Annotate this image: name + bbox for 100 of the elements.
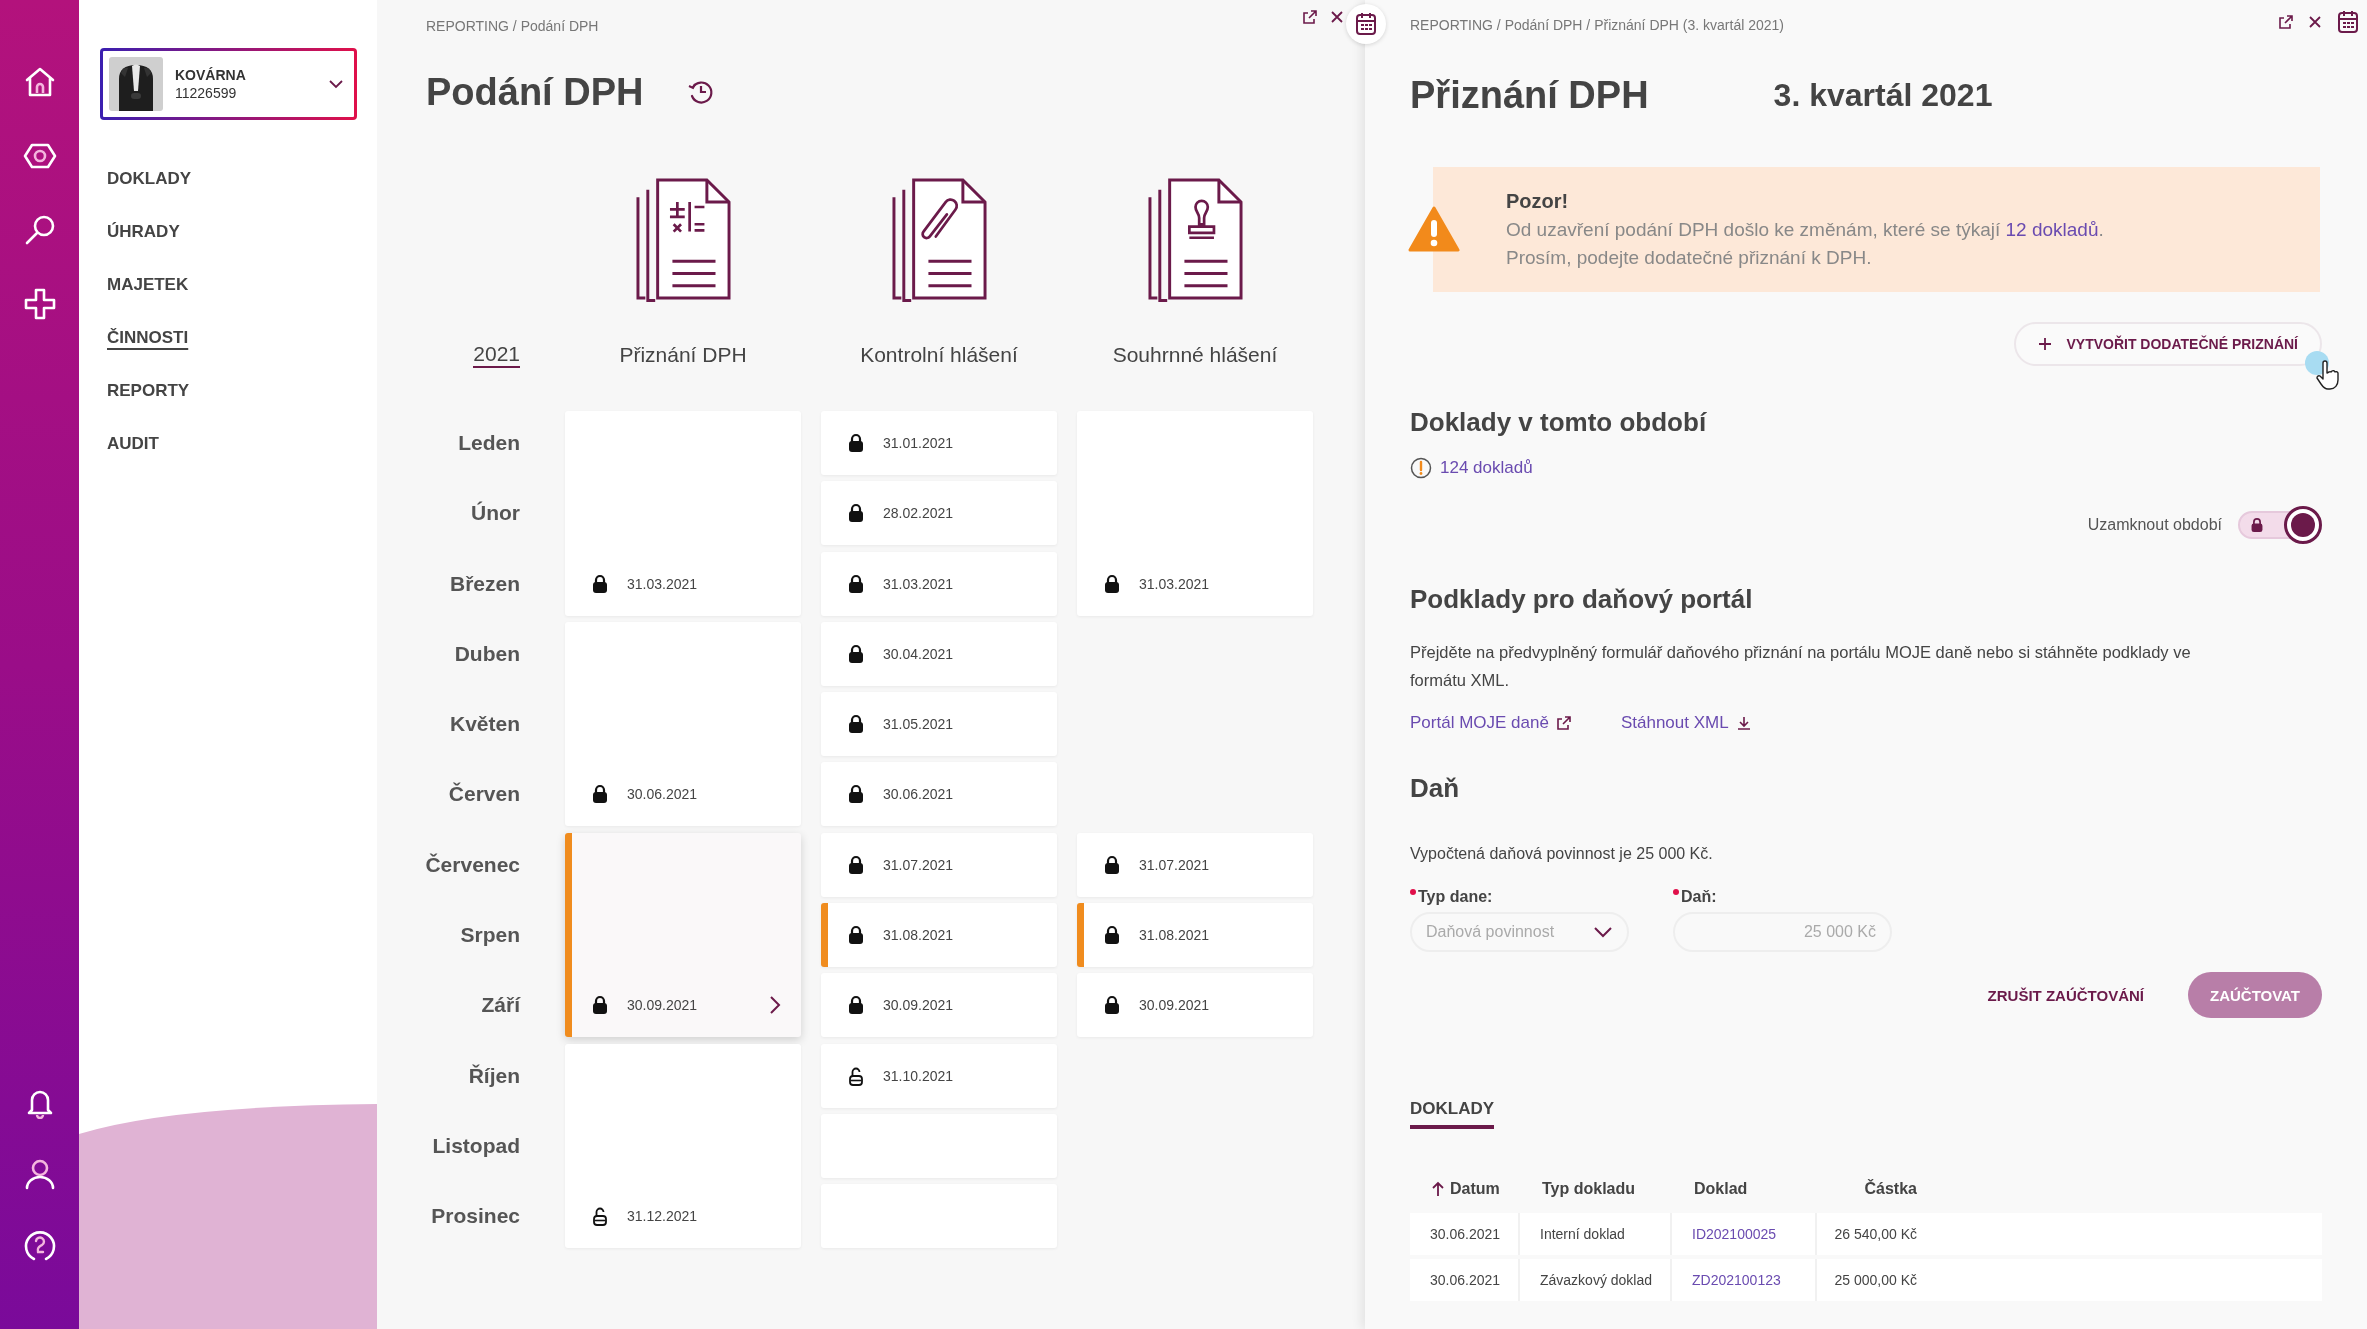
page-title: Podání DPH [426, 70, 644, 115]
company-id: 11226599 [175, 85, 238, 101]
date-text: 30.09.2021 [1139, 997, 1211, 1014]
month-label: Březen [449, 571, 520, 596]
table-cell: Závazkový doklad [1520, 1259, 1672, 1301]
date-text: 31.03.2021 [883, 575, 955, 592]
date-text: 31.03.2021 [627, 575, 699, 592]
nav-item[interactable]: DOKLADY [107, 167, 192, 191]
nav-item[interactable]: AUDIT [107, 432, 159, 456]
period-card[interactable]: 31.07.2021 [1077, 832, 1313, 897]
documents-count-link[interactable]: 124 dokladů [1440, 456, 1533, 480]
table-cell: 30.06.2021 [1410, 1213, 1520, 1255]
column-title: Kontrolní hlášení [860, 342, 1018, 368]
field-label: Typ dane: [1418, 887, 1493, 907]
plus-icon [2038, 337, 2053, 351]
period-card[interactable]: 31.05.2021 [821, 692, 1057, 757]
tab[interactable]: DOKLADY [1410, 1099, 1495, 1129]
external-link-icon [1556, 716, 1571, 730]
date-text: 31.07.2021 [1139, 856, 1211, 873]
chevron-down-icon [328, 79, 344, 89]
period-card[interactable]: 30.09.2021 [565, 832, 801, 1038]
date-text: 30.06.2021 [627, 786, 699, 803]
column-header[interactable]: Typ dokladu [1520, 1180, 1672, 1198]
cancel-posting-button[interactable]: ZRUŠIT ZAÚČTOVÁNÍ [1987, 986, 2144, 1004]
month-label: Duben [454, 641, 520, 666]
table-cell: Interní doklad [1520, 1213, 1672, 1255]
column-title: Přiznání DPH [619, 342, 747, 368]
document-link[interactable]: ZD202100123 [1692, 1272, 1781, 1288]
table-cell-text: 26 540,00 Kč [1833, 1225, 1917, 1244]
create-supplementary-button[interactable]: VYTVOŘIT DODATEČNÉ PRIZNÁNÍ [2014, 322, 2322, 366]
chevron-right-icon [769, 995, 781, 1016]
nav-item[interactable]: REPORTY [107, 379, 190, 403]
nav-item[interactable]: ÚHRADY [107, 220, 180, 244]
date-text: 30.09.2021 [883, 997, 955, 1014]
date-text: 28.02.2021 [883, 505, 955, 522]
close-icon[interactable] [1331, 11, 1343, 23]
portal-link[interactable]: Portál MOJE daně [1410, 713, 1571, 733]
period-title: 3. kvartál 2021 [1773, 76, 1993, 114]
period-card[interactable]: 30.04.2021 [821, 621, 1057, 686]
period-card[interactable]: 31.08.2021 [1077, 903, 1313, 968]
month-label: Leden [458, 431, 520, 455]
section-heading: Doklady v tomto období [1410, 406, 1708, 438]
warning-message: Prosím, podejte dodatečné přiznání k DPH. [1506, 246, 1873, 270]
date-text: 31.08.2021 [1139, 927, 1211, 944]
period-card[interactable]: 31.08.2021 [821, 903, 1057, 968]
month-label: Prosinec [431, 1204, 520, 1229]
close-icon[interactable] [2309, 16, 2321, 28]
panel-title: Přiznání DPH [1410, 73, 1649, 118]
month-label: Červen [448, 782, 520, 807]
month-label: Červenec [425, 852, 520, 877]
month-label: Listopad [432, 1133, 520, 1158]
calendar-button[interactable] [1346, 4, 1386, 44]
period-card[interactable]: 30.09.2021 [821, 973, 1057, 1038]
breadcrumb: REPORTING / Podání DPH / Přiznání DPH (3. kvartál 2021) [1410, 16, 1784, 35]
period-card[interactable]: 31.07.2021 [821, 832, 1057, 897]
exclamation-icon [1410, 457, 1432, 479]
period-card[interactable]: 30.06.2021 [821, 762, 1057, 827]
external-link-icon[interactable] [2279, 15, 2293, 29]
document-link[interactable]: ID202100025 [1692, 1226, 1777, 1242]
company-name: KOVÁRNA [175, 67, 247, 83]
documents-link[interactable]: 12 dokladů [2005, 219, 2099, 240]
calendar-icon [1355, 12, 1377, 36]
lock-toggle[interactable] [2238, 506, 2322, 544]
year-tab[interactable]: 2021 [473, 342, 520, 368]
period-card[interactable]: 30.09.2021 [1077, 973, 1313, 1038]
help-icon[interactable] [22, 1229, 57, 1263]
portal-description: Přejděte na předvyplněný formulář daňového přiznání na portálu MOJE daně nebo si stáhněte podklady ve formátu XML. [1410, 642, 2192, 691]
period-card[interactable]: 31.01.2021 [821, 411, 1057, 475]
portal-link[interactable]: Stáhnout XML [1620, 713, 1751, 733]
date-text: 30.09.2021 [627, 997, 699, 1014]
lock-icon [2250, 517, 2264, 533]
period-card[interactable]: 31.12.2021 [565, 1043, 801, 1249]
period-card[interactable]: 31.10.2021 [821, 1043, 1057, 1108]
date-text: 31.03.2021 [1139, 575, 1211, 592]
external-link-icon[interactable] [1303, 10, 1317, 24]
plus-icon[interactable] [22, 287, 57, 321]
calendar-icon[interactable] [2337, 10, 2359, 34]
period-card[interactable]: 31.03.2021 [821, 551, 1057, 616]
tax-summary: Vypočtená daňová povinnost je 25 000 Kč. [1410, 844, 1714, 864]
month-label: Srpen [460, 923, 520, 948]
date-text: 31.10.2021 [883, 1067, 955, 1084]
nav-item[interactable]: MAJETEK [107, 273, 189, 297]
chevron-down-icon [1593, 926, 1613, 938]
date-text: 31.07.2021 [883, 856, 955, 873]
date-text: 30.06.2021 [883, 786, 955, 803]
period-card[interactable]: 31.03.2021 [565, 411, 801, 616]
date-text: 30.04.2021 [883, 645, 955, 662]
date-text: 31.01.2021 [883, 435, 955, 451]
column-header[interactable]: Datum [1450, 1180, 1500, 1198]
table-cell: 30.06.2021 [1410, 1259, 1520, 1301]
period-card[interactable]: 31.03.2021 [1077, 411, 1313, 616]
download-icon [1736, 716, 1751, 730]
period-card[interactable]: 30.06.2021 [565, 621, 801, 827]
column-header[interactable]: Doklad [1672, 1180, 1817, 1198]
month-label: Únor [471, 501, 520, 526]
period-card[interactable]: 28.02.2021 [821, 481, 1057, 546]
column-header[interactable]: Částka [1817, 1180, 1917, 1198]
company-selector[interactable]: KOVÁRNA 11226599 [100, 48, 357, 120]
month-label: Květen [449, 712, 520, 737]
nav-item[interactable]: ČINNOSTI [107, 326, 189, 350]
